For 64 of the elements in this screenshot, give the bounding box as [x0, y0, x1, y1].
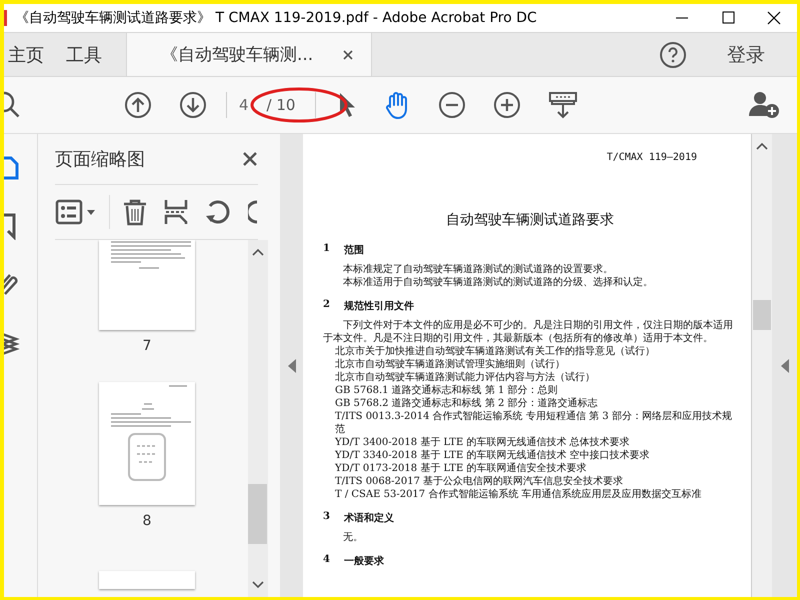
close-icon[interactable]	[343, 50, 354, 60]
panel-title: 页面缩略图	[55, 148, 145, 171]
collapse-panel-icon[interactable]	[288, 358, 296, 372]
page-thumbnail[interactable]	[99, 382, 195, 505]
expand-panel-icon[interactable]	[780, 358, 788, 372]
page-thumbnails-icon[interactable]	[4, 154, 20, 182]
scrollbar[interactable]	[248, 240, 268, 597]
nav-tab[interactable]: 主页	[4, 33, 58, 76]
section-number: 4	[323, 554, 330, 567]
page-total: / 10	[266, 96, 296, 114]
reference-item: 北京市自动驾驶车辆道路测试管理实施细则（试行）	[334, 358, 566, 371]
previous-page-icon[interactable]	[124, 91, 152, 119]
reference-item: T/ITS 0013.3-2014 合作式智能运输系统 专用短程通信 第 3 部分：网络层和应用技术规范	[334, 410, 733, 436]
section-heading: 一般要求	[344, 554, 384, 568]
rotate-icon[interactable]	[204, 198, 232, 226]
reference-item: GB 5768.2 道路交通标志和标线 第 2 部分：道路交通标志	[334, 397, 599, 410]
sign-in-link[interactable]: 登录	[727, 42, 765, 68]
scrollbar-thumb[interactable]	[753, 300, 771, 330]
help-icon[interactable]	[659, 40, 687, 68]
section-number: 1	[323, 243, 330, 256]
document-title: 自动驾驶车辆测试道路要求	[445, 211, 615, 229]
paragraph: 本标准适用于自动驾驶车辆道路测试的测试道路的分级、选择和认定。	[342, 276, 654, 289]
reference-item: 北京市自动驾驶车辆道路测试能力评估内容与方法（试行）	[334, 371, 596, 384]
page-thumbnail[interactable]	[99, 570, 195, 589]
scroll-up-icon[interactable]	[252, 248, 264, 256]
reference-item: T/ITS 0068-2017 基于公众电信网的联网汽车信息安全技术要求	[334, 475, 624, 488]
trash-icon[interactable]	[122, 198, 148, 226]
section-number: 2	[323, 299, 330, 312]
page-number: 8	[142, 512, 152, 529]
zoom-in-icon[interactable]	[493, 91, 522, 119]
keyboard-download-icon[interactable]	[548, 90, 578, 120]
page-number: 7	[142, 338, 152, 354]
paragraph: 无。	[342, 531, 364, 544]
search-icon[interactable]	[4, 90, 22, 120]
page-thumbnail[interactable]	[99, 240, 195, 330]
options-menu-icon[interactable]	[55, 199, 97, 225]
nav-tab[interactable]: 工具	[62, 33, 126, 76]
reference-item: GB 5768.1 道路交通标志和标线 第 1 部分：总则	[334, 384, 559, 397]
page-number-field[interactable]: 4	[237, 96, 251, 114]
scroll-down-icon[interactable]	[252, 581, 264, 589]
reference-item: YD/T 3340-2018 基于 LTE 的车联网无线通信技术 空中接口技术要求	[334, 449, 651, 462]
paragraph: 下列文件对于本文件的应用是必不可少的。凡是注日期的引用文件，仅注日期的版本适用于本文件。凡是不注日期的引用文件，其最新版本（包括所有的修改单）适用于本文件。	[323, 319, 734, 345]
section-heading: 术语和定义	[344, 511, 394, 525]
document-tab[interactable]: 《自动驾驶车辆测...	[126, 33, 372, 76]
document-code: T/CMAX 119—2019	[606, 152, 697, 163]
window-title: 《自动驾驶车辆测试道路要求》 T CMAX 119-2019.pdf - Adobe Acrobat Pro DC	[15, 9, 537, 27]
reference-item: T / CSAE 53-2017 合作式智能运输系统 车用通信系统应用层及应用数据交互标准	[334, 488, 703, 501]
section-heading: 范围	[344, 244, 364, 257]
reference-item: 北京市关于加快推进自动驾驶车辆道路测试有关工作的指导意见（试行）	[334, 345, 656, 358]
section-heading: 规范性引用文件	[344, 300, 414, 313]
close-icon[interactable]	[242, 151, 258, 167]
reference-item: YD/T 0173-2018 基于 LTE 的车联网通信安全技术要求	[334, 462, 588, 475]
next-page-icon[interactable]	[179, 91, 207, 119]
add-user-icon[interactable]	[749, 90, 781, 120]
scrollbar-thumb[interactable]	[248, 484, 267, 544]
rotate-icon[interactable]	[248, 198, 258, 226]
paragraph: 本标准规定了自动驾驶车辆道路测试的测试道路的设置要求。	[342, 263, 614, 276]
zoom-out-icon[interactable]	[438, 91, 466, 119]
section-number: 3	[323, 511, 330, 524]
scroll-up-icon[interactable]	[756, 142, 768, 150]
reference-item: YD/T 3400-2018 基于 LTE 的车联网无线通信技术 总体技术要求	[334, 436, 631, 449]
split-pages-icon[interactable]	[164, 198, 188, 226]
scrollbar[interactable]	[751, 134, 772, 597]
app-icon	[4, 10, 7, 26]
